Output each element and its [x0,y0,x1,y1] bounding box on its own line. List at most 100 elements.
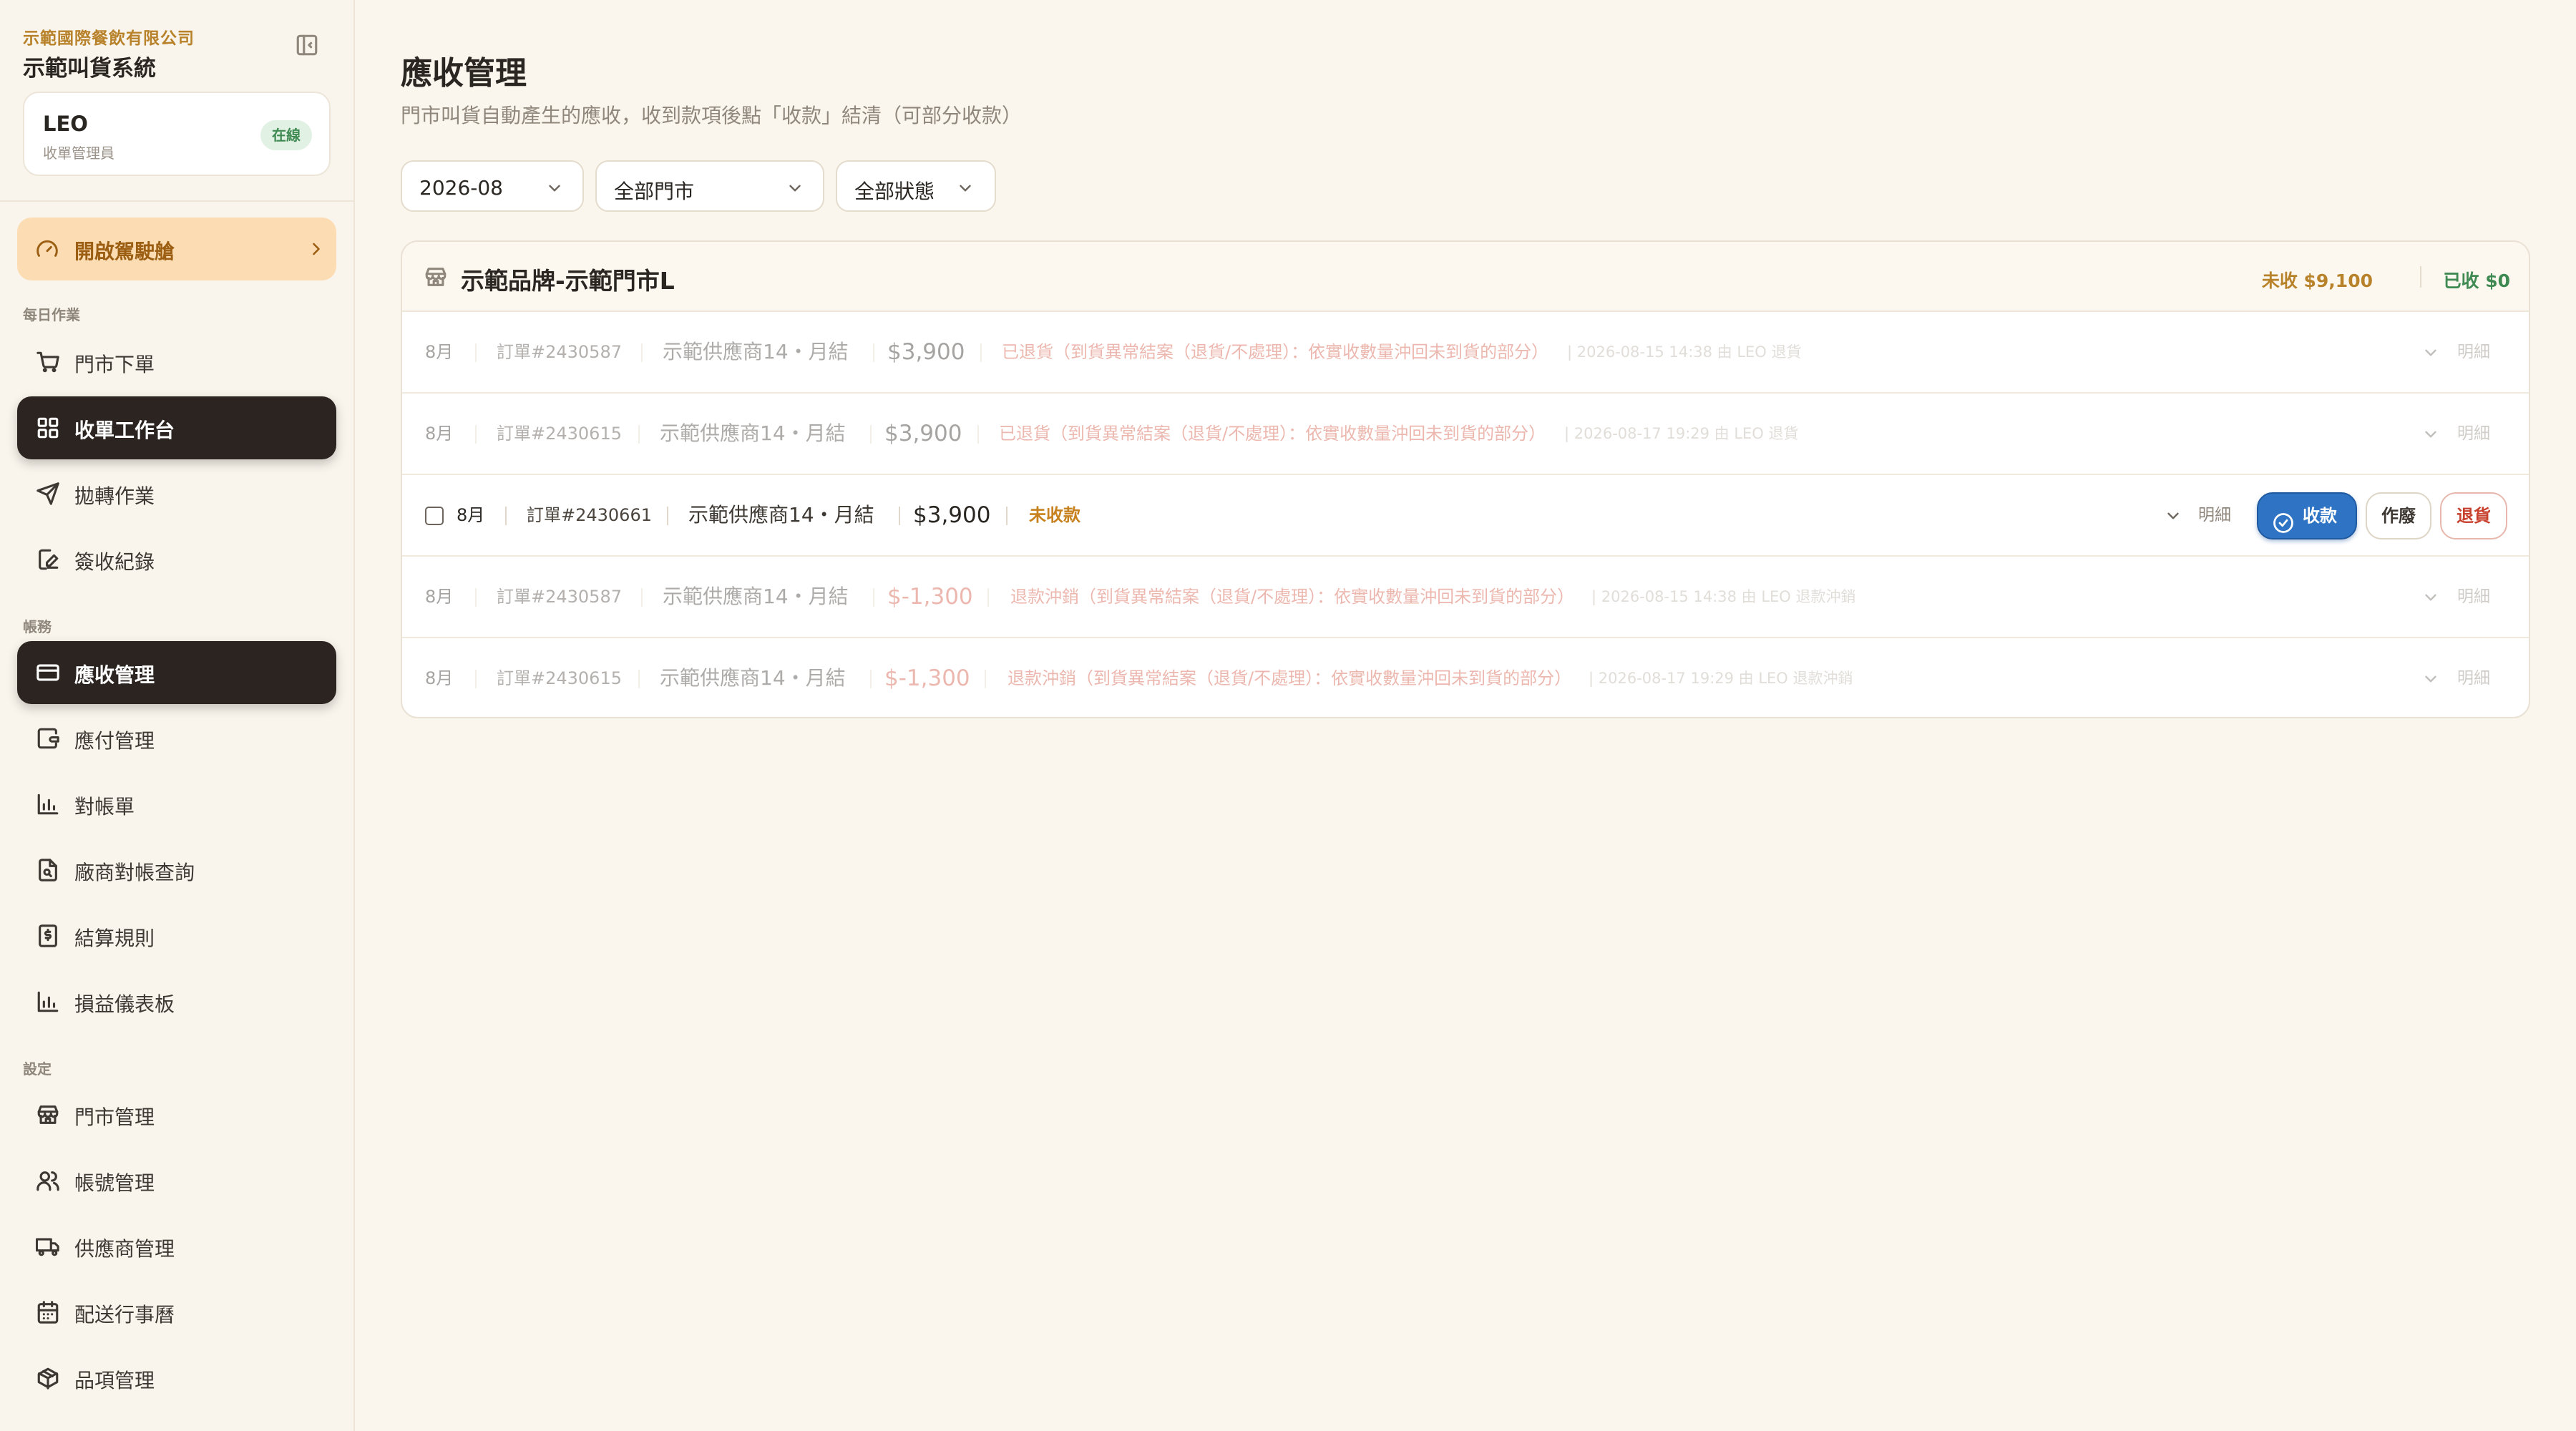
divider [870,425,872,444]
card-icon [36,660,60,685]
sidebar-divider [0,200,353,202]
row-status: 未收款 [1029,505,1080,525]
row-checkbox[interactable] [425,507,444,525]
chevron-down-icon[interactable] [2421,343,2440,362]
system-name: 示範叫貨系統 [23,56,156,82]
sidebar: 示範國際餐飲有限公司 示範叫貨系統 LEO 收單管理員 在線 開啟駕駛艙 每日作… [0,0,355,1431]
sidebar-item-pnl-dashboard[interactable]: 損益儀表板 [17,970,336,1033]
check-circle-icon [2273,506,2294,533]
row-order-id: 訂單#2430587 [497,587,622,607]
row-detail-toggle[interactable]: 明細 [2457,638,2490,717]
row-supplier: 示範供應商14・月結 [660,666,846,690]
divider [641,588,643,607]
gauge-icon [36,238,59,260]
paid-total: 已收 $0 [2443,270,2511,291]
divider [638,425,640,444]
return-button[interactable]: 退貨 [2440,492,2507,539]
chevron-down-icon[interactable] [2421,425,2440,444]
divider [475,588,477,607]
chevron-down-icon[interactable] [2421,670,2440,688]
divider [870,670,872,688]
section-accounts: 帳務 [23,618,52,635]
user-role: 收單管理員 [43,145,114,162]
status-badge: 在線 [260,120,312,150]
row-supplier: 示範供應商14・月結 [663,585,849,608]
table-row: 8月 訂單#2430615 示範供應商14・月結 $3,900 已退貨（到貨異常… [402,394,2529,475]
store-icon [36,1103,60,1127]
divider [638,670,640,688]
row-detail-toggle[interactable]: 明細 [2198,475,2231,555]
row-order-id: 訂單#2430587 [497,342,622,362]
sidebar-item-label: 應收管理 [74,663,155,687]
sidebar-item-label: 結算規則 [74,927,155,950]
package-icon [36,1366,60,1390]
sidebar-item-signoff-records[interactable]: 簽收紀錄 [17,528,336,591]
wallet-icon [36,726,60,751]
month-select[interactable]: 2026-08 [401,160,584,212]
sidebar-item-transfer[interactable]: 拋轉作業 [17,462,336,525]
sidebar-item-order-workbench[interactable]: 收單工作台 [17,396,336,459]
divider [977,425,979,444]
company-name: 示範國際餐飲有限公司 [23,29,195,48]
row-detail-toggle[interactable]: 明細 [2457,394,2490,474]
sidebar-item-label: 門市管理 [74,1105,155,1129]
divider [899,507,900,525]
row-supplier: 示範供應商14・月結 [663,340,849,363]
row-amount: $3,900 [913,502,991,528]
divider [985,670,986,688]
sidebar-item-vendor-reconcile[interactable]: 廠商對帳查詢 [17,839,336,902]
sidebar-item-statements[interactable]: 對帳單 [17,773,336,836]
row-supplier: 示範供應商14・月結 [688,503,874,527]
row-month: 8月 [425,342,454,362]
open-cockpit-button[interactable]: 開啟駕駛艙 [17,218,336,280]
row-detail-toggle[interactable]: 明細 [2457,557,2490,637]
sidebar-item-label: 對帳單 [74,795,135,819]
chevron-down-icon[interactable] [2164,507,2182,525]
collect-button[interactable]: 收款 [2257,492,2357,539]
store-select[interactable]: 全部門市 [595,160,824,212]
sidebar-item-label: 廠商對帳查詢 [74,861,195,884]
row-month: 8月 [425,424,454,444]
chevron-down-icon[interactable] [2421,588,2440,607]
collapse-sidebar-icon[interactable] [295,33,319,57]
status-select[interactable]: 全部狀態 [836,160,996,212]
sidebar-item-payables[interactable]: 應付管理 [17,707,336,770]
store-group-header: 示範品牌-示範門市L 未收 $9,100 已收 $0 [402,242,2529,312]
row-detail-toggle[interactable]: 明細 [2457,312,2490,392]
row-amount: $-1,300 [887,584,973,610]
sidebar-item-store-order[interactable]: 門市下單 [17,331,336,394]
row-status: 已退貨（到貨異常結案（退貨/不處理）：依實收數量沖回未到貨的部分） [999,424,1546,444]
sidebar-item-label: 損益儀表板 [74,992,175,1016]
sidebar-item-label: 門市下單 [74,353,155,376]
row-order-id: 訂單#2430615 [497,424,622,444]
receipt-icon [36,924,60,948]
row-meta: | 2026-08-17 19:29 由 LEO 退貨 [1564,425,1799,442]
table-row: 8月 訂單#2430587 示範供應商14・月結 $3,900 已退貨（到貨異常… [402,312,2529,394]
users-icon [36,1168,60,1193]
divider [475,425,477,444]
sidebar-item-settlement-rules[interactable]: 結算規則 [17,904,336,967]
divider [505,507,507,525]
row-status: 退款沖銷（到貨異常結案（退貨/不處理）：依實收數量沖回未到貨的部分） [1008,668,1572,688]
divider [980,343,982,362]
row-month: 8月 [457,505,485,525]
row-month: 8月 [425,587,454,607]
sidebar-item-receivables[interactable]: 應收管理 [17,641,336,704]
divider [667,507,668,525]
grid-icon [36,416,60,440]
divider [1006,507,1008,525]
sidebar-item-account-management[interactable]: 帳號管理 [17,1149,336,1212]
divider [987,588,989,607]
store-receivables-panel: 示範品牌-示範門市L 未收 $9,100 已收 $0 8月 訂單#2430587… [401,240,2530,718]
sidebar-item-store-management[interactable]: 門市管理 [17,1083,336,1146]
sidebar-item-item-management[interactable]: 品項管理 [17,1347,336,1410]
sidebar-item-label: 供應商管理 [74,1237,175,1261]
row-supplier: 示範供應商14・月結 [660,421,846,445]
row-status: 已退貨（到貨異常結案（退貨/不處理）：依實收數量沖回未到貨的部分） [1002,342,1549,362]
sidebar-item-supplier-management[interactable]: 供應商管理 [17,1215,336,1278]
user-card: LEO 收單管理員 在線 [23,92,331,176]
chevron-down-icon [545,179,564,197]
sidebar-item-delivery-calendar[interactable]: 配送行事曆 [17,1281,336,1344]
row-meta: | 2026-08-17 19:29 由 LEO 退款沖銷 [1589,670,1853,687]
void-button[interactable]: 作廢 [2366,492,2431,539]
